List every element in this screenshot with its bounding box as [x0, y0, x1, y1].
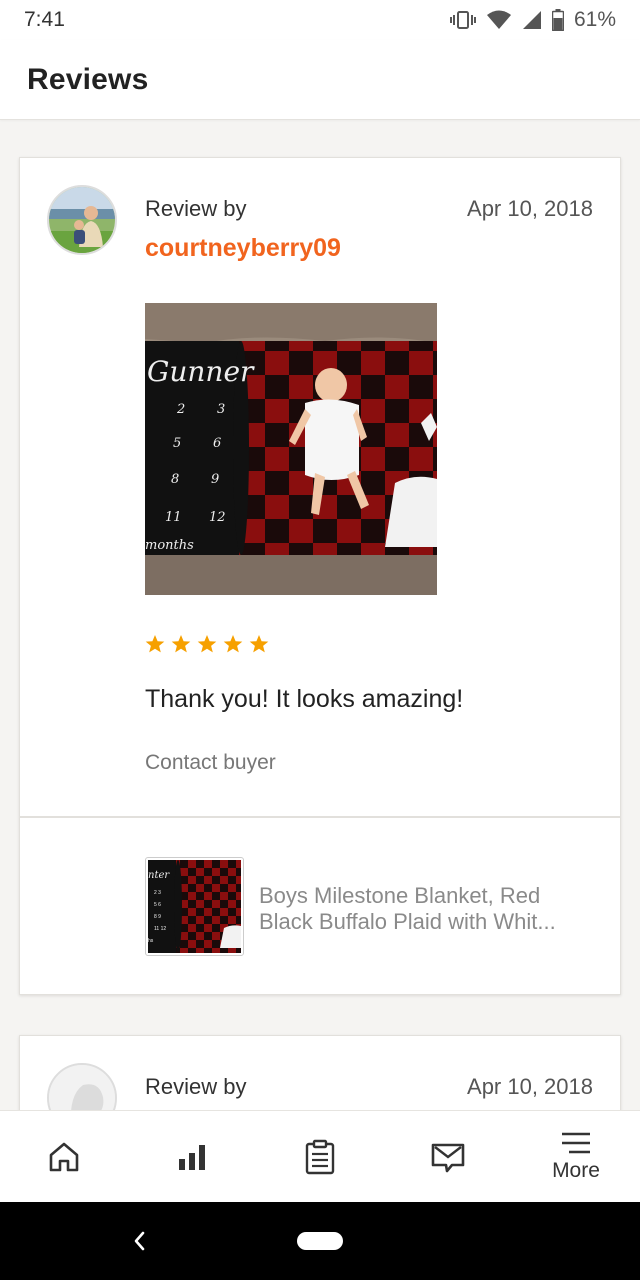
svg-text:2 3: 2 3 [154, 890, 161, 896]
divider [20, 816, 620, 818]
signal-icon [522, 11, 541, 29]
svg-text:8: 8 [171, 472, 179, 487]
contact-buyer-link[interactable]: Contact buyer [145, 751, 276, 775]
nav-more-label: More [552, 1158, 600, 1182]
svg-text:9: 9 [211, 472, 219, 487]
home-icon [49, 1142, 79, 1171]
review-photo[interactable]: Gunner 2 3 5 6 8 9 11 12 months [145, 303, 437, 595]
listing-title-link[interactable]: Boys Milestone Blanket, Red Black Buffal… [259, 883, 599, 935]
review-by-label: Review by [145, 1074, 247, 1099]
svg-text:months: months [145, 538, 194, 553]
status-icons: 61% [449, 8, 616, 32]
listing-title-line: Boys Milestone Blanket, Red [259, 883, 541, 908]
svg-text:8 9: 8 9 [154, 914, 161, 920]
messages-icon [431, 1143, 465, 1172]
svg-text:11 12: 11 12 [154, 926, 166, 932]
nav-orders[interactable] [256, 1111, 384, 1202]
listing-title-line: Black Buffalo Plaid with Whit... [259, 909, 556, 934]
status-time: 7:41 [24, 8, 65, 31]
svg-text:3: 3 [217, 402, 225, 417]
stats-icon [179, 1144, 205, 1170]
svg-text:2: 2 [176, 402, 185, 417]
menu-icon [562, 1132, 590, 1153]
system-nav-bar [0, 1202, 640, 1280]
review-date: Apr 10, 2018 [467, 1074, 593, 1099]
page-title: Reviews [27, 62, 149, 96]
svg-text:6: 6 [213, 436, 221, 451]
review-by-label: Review by [145, 196, 247, 221]
svg-text:5 6: 5 6 [154, 902, 161, 908]
nav-home[interactable] [0, 1111, 128, 1202]
svg-text:hs: hs [148, 938, 154, 944]
battery-percent: 61% [573, 8, 616, 31]
listing-thumbnail[interactable]: nter 2 3 5 6 8 9 11 12 hs [145, 857, 244, 956]
bottom-nav: More [0, 1110, 640, 1202]
back-icon[interactable] [128, 1228, 150, 1254]
review-card: Review by courtneyberry09 Apr 10, 2018 G… [19, 157, 621, 995]
reviewer-name-link[interactable]: courtneyberry09 [145, 234, 341, 263]
nav-more[interactable]: More [512, 1111, 640, 1202]
review-date: Apr 10, 2018 [467, 196, 593, 221]
star-icon [223, 635, 243, 653]
wifi-icon [486, 10, 511, 29]
reviewer-avatar[interactable] [47, 185, 117, 255]
star-icon [197, 635, 217, 653]
vibrate-icon [449, 11, 476, 29]
nav-messages[interactable] [384, 1111, 512, 1202]
star-icon [171, 635, 191, 653]
svg-text:5: 5 [173, 436, 181, 451]
svg-text:Gunner: Gunner [147, 355, 255, 388]
svg-text:nter: nter [148, 870, 170, 881]
app-bar: Reviews [0, 40, 640, 120]
nav-stats[interactable] [128, 1111, 256, 1202]
star-icon [249, 635, 269, 653]
svg-text:11: 11 [165, 510, 182, 525]
home-pill-button[interactable] [297, 1232, 343, 1250]
battery-icon [551, 9, 564, 31]
review-text: Thank you! It looks amazing! [145, 685, 464, 713]
orders-icon [305, 1139, 335, 1174]
status-bar: 7:41 61% [0, 0, 640, 40]
star-icon [145, 635, 165, 653]
star-rating [145, 634, 269, 654]
svg-text:12: 12 [209, 510, 226, 525]
